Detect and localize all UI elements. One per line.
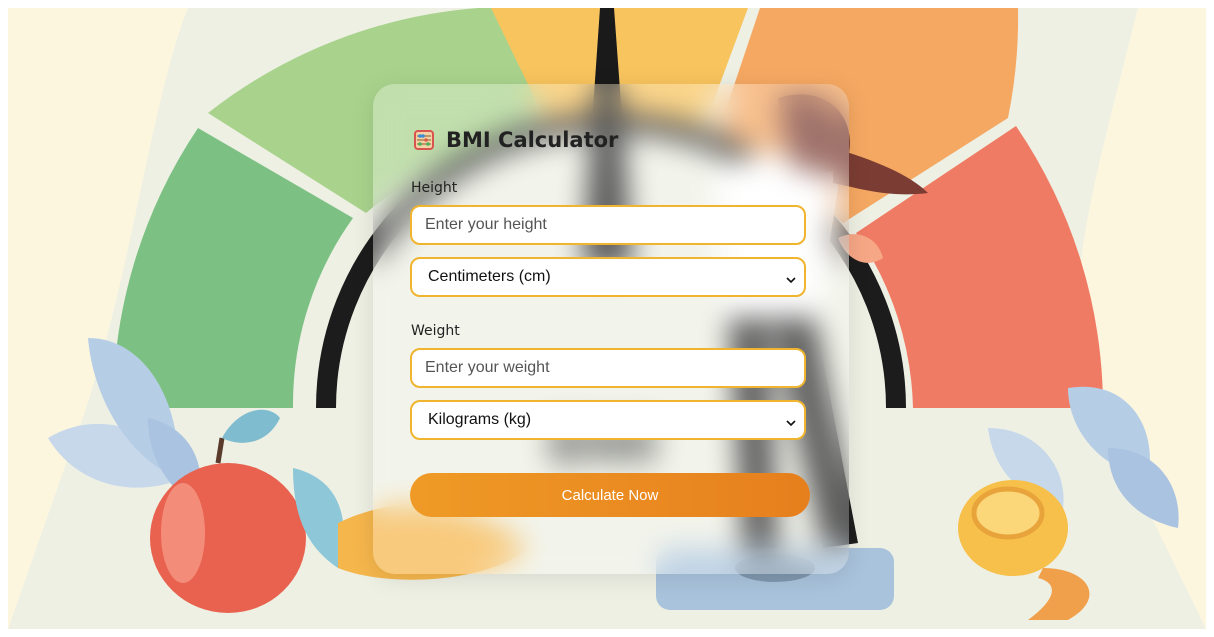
calculate-button[interactable]: Calculate Now: [410, 473, 810, 517]
weight-label: Weight: [411, 323, 460, 339]
height-unit-value: Centimeters (cm): [428, 268, 551, 285]
chevron-down-icon: [786, 272, 796, 284]
page-frame: BMI BMI Calculator Height Enter your hei…: [8, 8, 1206, 629]
abacus-icon: [414, 130, 434, 150]
height-input[interactable]: Enter your height: [410, 205, 806, 245]
page-title: BMI Calculator: [446, 128, 619, 152]
weight-input[interactable]: Enter your weight: [410, 348, 806, 388]
weight-unit-select[interactable]: Kilograms (kg): [410, 400, 806, 440]
height-unit-select[interactable]: Centimeters (cm): [410, 257, 806, 297]
weight-unit-value: Kilograms (kg): [428, 411, 532, 428]
chevron-down-icon: [786, 415, 796, 427]
bmi-calculator-card: BMI Calculator Height Enter your height …: [373, 84, 849, 574]
height-label: Height: [411, 180, 458, 196]
title-row: BMI Calculator: [414, 128, 618, 152]
